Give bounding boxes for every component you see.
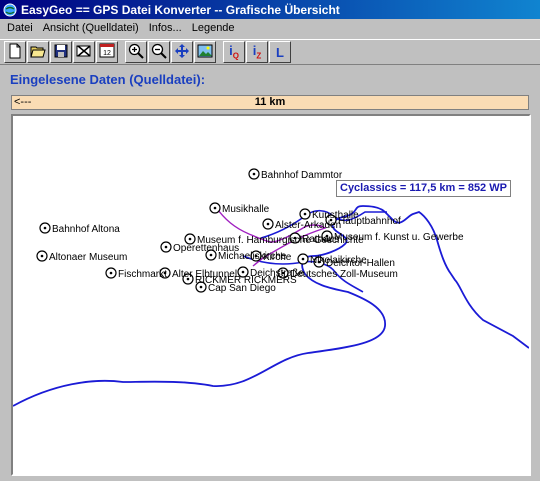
- menu-legende[interactable]: Legende: [187, 22, 240, 34]
- l-button[interactable]: L: [269, 41, 291, 63]
- new-icon: [8, 43, 22, 62]
- pan-icon: [174, 43, 190, 62]
- l-label: L: [276, 44, 284, 60]
- new-button[interactable]: [4, 41, 26, 63]
- open-icon: [30, 44, 46, 61]
- zoom-in-button[interactable]: [125, 41, 147, 63]
- scale-distance: 11 km: [254, 96, 286, 108]
- poi-label: Altonaer Museum: [49, 252, 127, 263]
- section-heading: Eingelesene Daten (Quelldatei):: [10, 72, 206, 87]
- route-info-box: Cyclassics = 117,5 km = 852 WP: [336, 180, 511, 197]
- calendar-icon: 12: [99, 43, 115, 61]
- iq-button[interactable]: iQ: [223, 41, 245, 63]
- iz-label: iZ: [252, 43, 262, 61]
- title-bar: EasyGeo == GPS Datei Konverter -- Grafis…: [0, 0, 540, 19]
- open-button[interactable]: [27, 41, 49, 63]
- menu-datei[interactable]: Datei: [2, 22, 38, 34]
- poi-label: Bahnhof Dammtor: [261, 170, 343, 181]
- poi-label: Deutsches Zoll-Museum: [290, 269, 398, 280]
- zoom-in-icon: [128, 43, 144, 62]
- poi-label: Musikhalle: [222, 204, 270, 215]
- route-map: Bahnhof Dammtor Musikhalle Kunsthalle Ha…: [13, 168, 529, 407]
- poi-label: Museum f. Kunst u. Gewerbe: [334, 232, 464, 243]
- iz-button[interactable]: iZ: [246, 41, 268, 63]
- globe-icon: [3, 3, 17, 17]
- zoom-out-button[interactable]: [148, 41, 170, 63]
- pan-button[interactable]: [171, 41, 193, 63]
- scale-bar: <--- 11 km: [11, 95, 529, 110]
- delete-button[interactable]: [73, 41, 95, 63]
- save-icon: [54, 44, 68, 61]
- window-title: EasyGeo == GPS Datei Konverter -- Grafis…: [21, 2, 340, 17]
- poi-label: Fischmarkt: [118, 269, 167, 280]
- svg-text:12: 12: [103, 50, 111, 57]
- iq-label: iQ: [229, 43, 239, 61]
- poi-label: Hauptbahnhof: [338, 216, 401, 227]
- poi-label: Kirche: [263, 252, 292, 263]
- menu-bar: Datei Ansicht (Quelldatei) Infos... Lege…: [0, 19, 540, 37]
- poi-label: Alster-Arkaden: [275, 220, 341, 231]
- menu-infos[interactable]: Infos...: [144, 22, 187, 34]
- poi-label: Bahnhof Altona: [52, 224, 120, 235]
- poi-label: Deichtor-Hallen: [326, 258, 395, 269]
- save-button[interactable]: [50, 41, 72, 63]
- toolbar: 12 iQ iZ L: [0, 39, 540, 65]
- map-canvas[interactable]: Bahnhof Dammtor Musikhalle Kunsthalle Ha…: [11, 114, 531, 476]
- zoom-out-icon: [151, 43, 167, 62]
- menu-ansicht[interactable]: Ansicht (Quelldatei): [38, 22, 144, 34]
- image-icon: [197, 44, 213, 61]
- delete-icon: [76, 44, 92, 61]
- image-button[interactable]: [194, 41, 216, 63]
- calendar-button[interactable]: 12: [96, 41, 118, 63]
- poi-label: Cap San Diego: [208, 283, 276, 294]
